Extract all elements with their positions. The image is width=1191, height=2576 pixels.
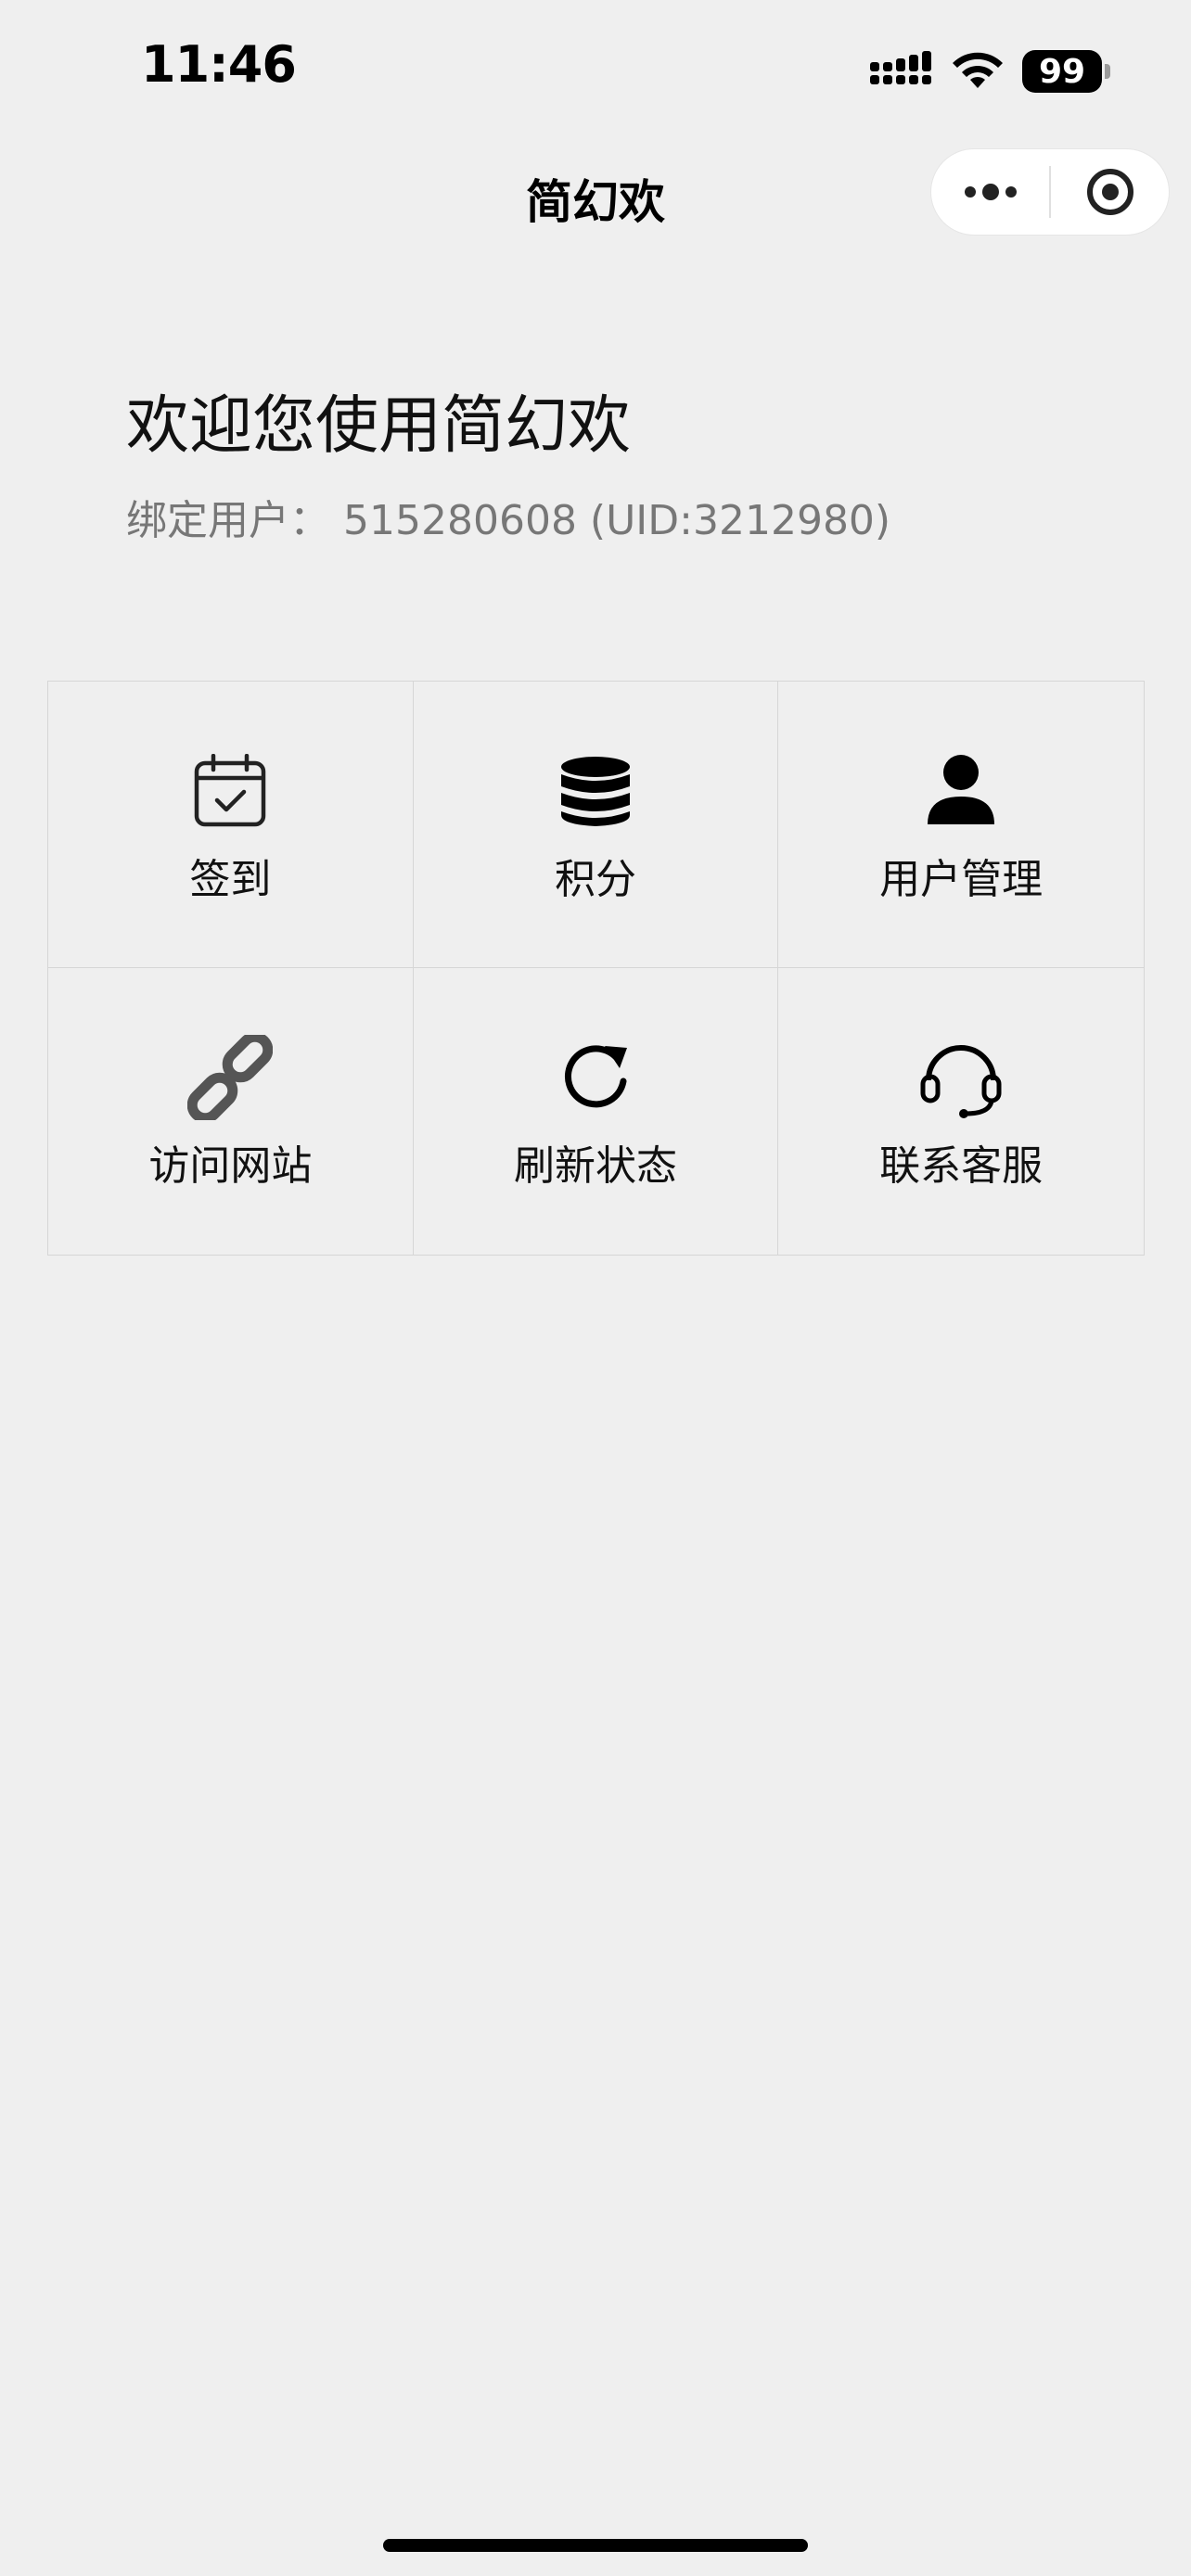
menu-item-visit-website[interactable]: 访问网站	[48, 968, 414, 1255]
wifi-icon	[953, 52, 1003, 88]
cellular-signal-icon	[870, 51, 931, 84]
status-icons: 99	[870, 46, 1110, 96]
battery-level: 99	[1038, 52, 1086, 91]
more-button[interactable]	[931, 149, 1049, 235]
menu-item-checkin[interactable]: 签到	[48, 682, 414, 968]
menu-item-points[interactable]: 积分	[413, 682, 779, 968]
menu-item-contact-support[interactable]: 联系客服	[778, 968, 1144, 1255]
more-dots-icon	[964, 184, 1017, 200]
menu-item-refresh-status[interactable]: 刷新状态	[414, 968, 779, 1255]
menu-item-label: 用户管理	[879, 856, 1044, 903]
mini-program-capsule	[930, 148, 1170, 236]
menu-item-user-management[interactable]: 用户管理	[778, 682, 1144, 968]
headset-icon	[920, 1045, 1002, 1118]
status-time: 11:46	[141, 35, 297, 94]
close-mini-program-button[interactable]	[1051, 149, 1169, 235]
menu-item-label: 刷新状态	[513, 1142, 677, 1190]
menu-item-label: 联系客服	[879, 1142, 1044, 1190]
refresh-icon	[564, 1045, 627, 1108]
home-indicator	[383, 2539, 808, 2552]
menu-item-label: 积分	[554, 856, 636, 903]
battery-indicator: 99	[1022, 50, 1110, 93]
database-icon	[560, 757, 630, 826]
bound-user-info: 绑定用户： 515280608 (UID:3212980)	[126, 497, 891, 544]
welcome-title: 欢迎您使用简幻欢	[126, 389, 632, 463]
status-bar: 11:46 99	[0, 0, 1191, 139]
welcome-section: 欢迎您使用简幻欢 绑定用户： 515280608 (UID:3212980)	[126, 380, 890, 551]
battery-nub	[1105, 64, 1110, 79]
link-icon	[187, 1035, 274, 1120]
menu-item-label: 访问网站	[148, 1142, 313, 1190]
menu-item-label: 签到	[189, 856, 272, 903]
calendar-check-icon	[195, 754, 266, 827]
feature-grid: 签到 积分 用户管理 访问网站 刷新状态 联系客服	[47, 681, 1145, 1256]
nav-bar: 简幻欢	[0, 139, 1191, 247]
user-icon	[928, 755, 995, 824]
target-circle-icon	[1086, 169, 1133, 215]
